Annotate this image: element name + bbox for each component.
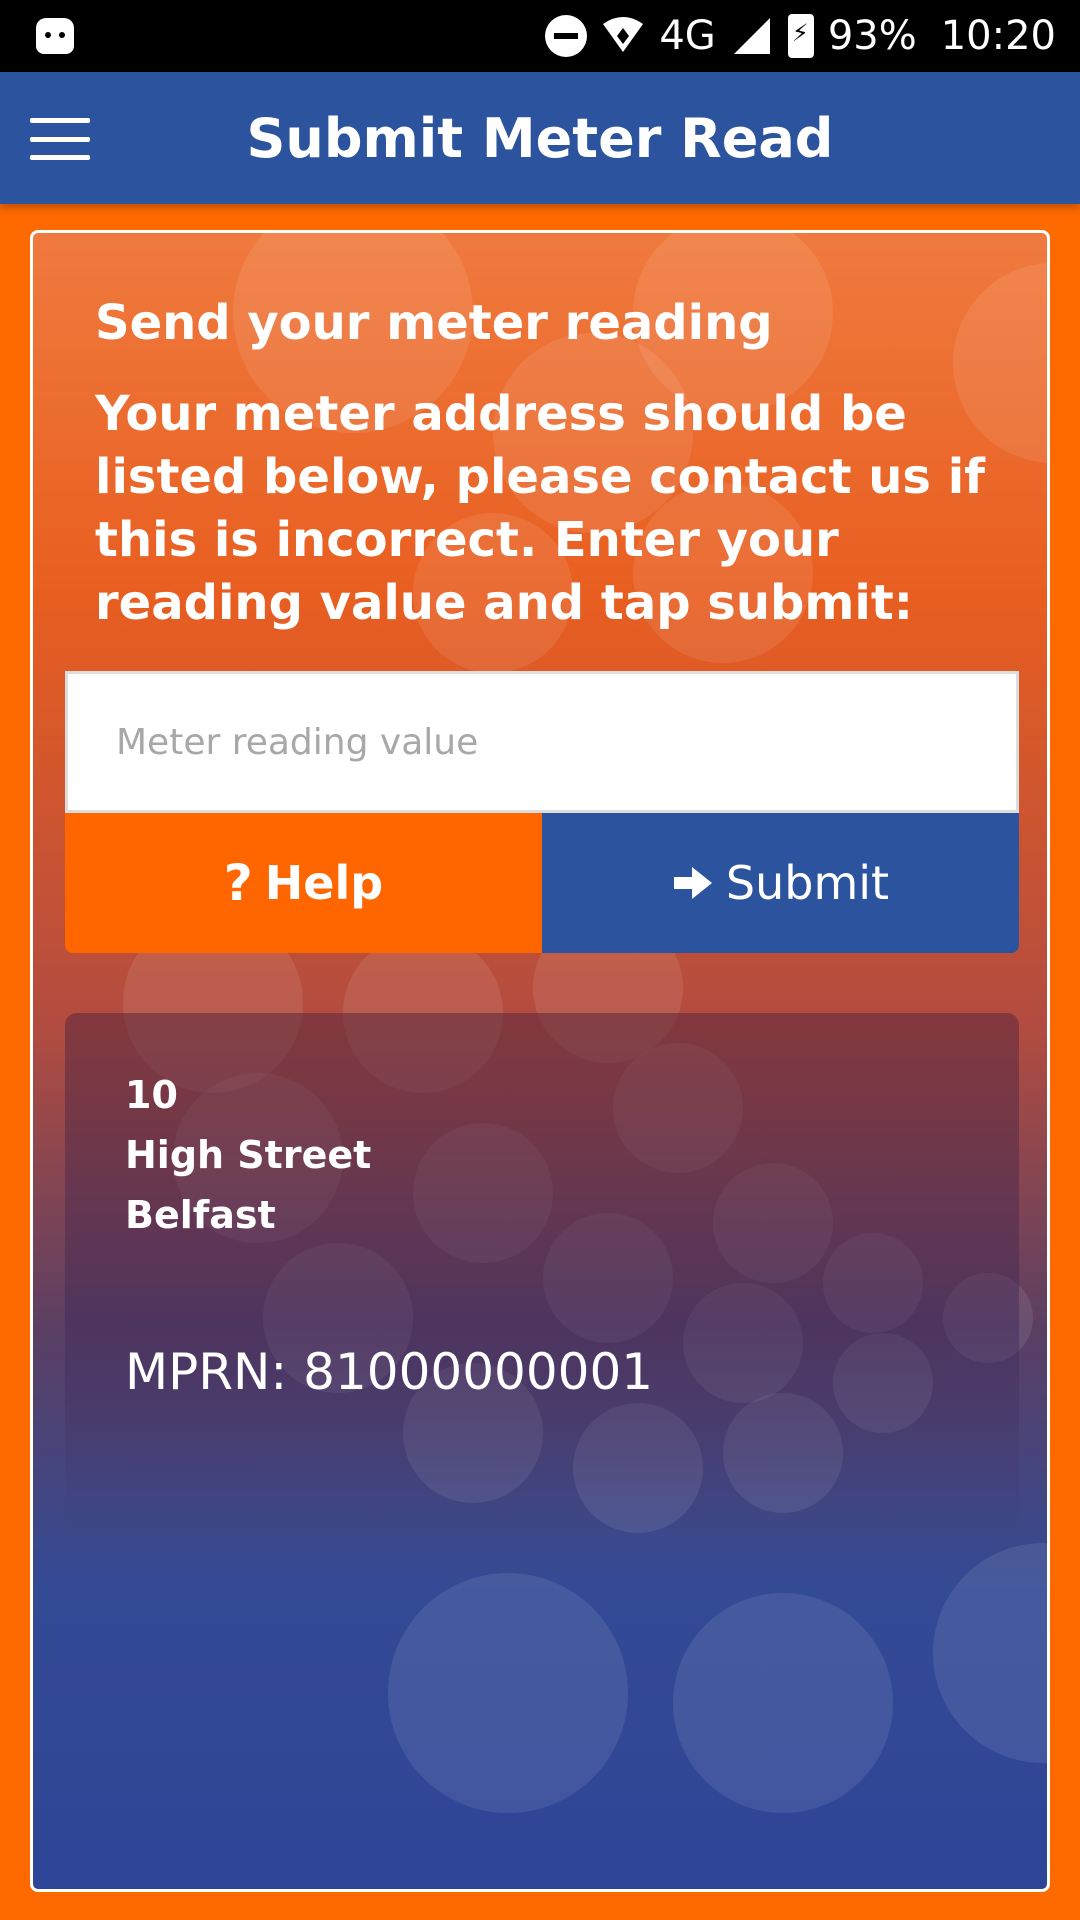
help-button[interactable]: ? Help <box>65 813 542 953</box>
do-not-disturb-icon <box>545 15 588 57</box>
arrow-right-icon <box>673 867 712 899</box>
android-notification-icon <box>36 18 74 54</box>
address-line-1: 10 <box>125 1073 178 1117</box>
background-bubble <box>933 1543 1047 1763</box>
address-line-3: Belfast <box>125 1193 276 1237</box>
network-type: 4G <box>659 13 716 59</box>
submit-button[interactable]: Submit <box>542 813 1019 953</box>
battery-charging-icon <box>787 14 814 58</box>
battery-percent: 93% <box>827 13 917 59</box>
address-line-2: High Street <box>125 1133 372 1177</box>
meter-read-card: Send your meter reading Your meter addre… <box>30 230 1050 1892</box>
form-instructions: Your meter address should be listed belo… <box>95 386 986 631</box>
app-bar: Submit Meter Read <box>0 72 1080 204</box>
status-bar: 4G 93% 10:20 <box>0 0 1080 72</box>
submit-button-label: Submit <box>725 856 890 910</box>
form-heading: Send your meter reading <box>95 295 773 351</box>
mprn-number: MPRN: 81000000001 <box>125 1343 654 1401</box>
meter-address-panel: 10 High Street Belfast MPRN: 81000000001 <box>65 1013 1019 1533</box>
question-mark-icon: ? <box>223 854 253 912</box>
meter-reading-input[interactable] <box>65 671 1019 813</box>
wifi-icon <box>603 17 644 52</box>
help-button-label: Help <box>264 856 384 910</box>
hamburger-menu-icon[interactable] <box>30 118 90 160</box>
page-title: Submit Meter Read <box>246 106 834 170</box>
background-bubble <box>388 1573 628 1813</box>
background-bubble <box>673 1593 893 1813</box>
clock: 10:20 <box>940 13 1056 59</box>
cell-signal-icon <box>733 18 770 54</box>
action-buttons: ? Help Submit <box>65 813 1019 953</box>
